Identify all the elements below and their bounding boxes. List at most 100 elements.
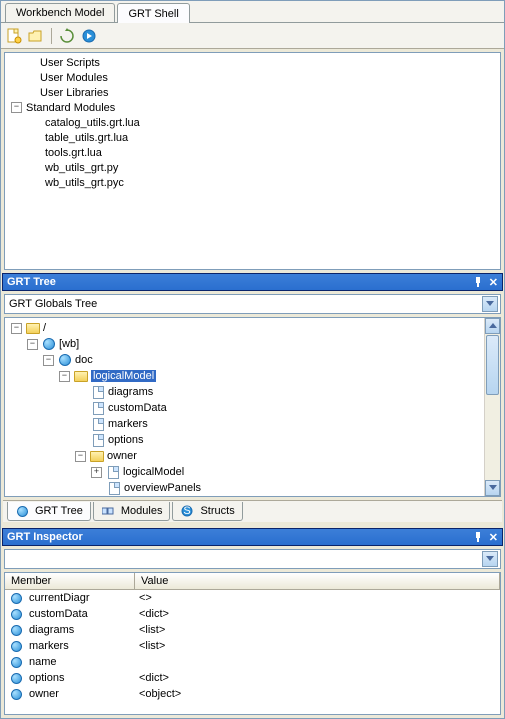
inspector-value: <object> [135,688,500,700]
run-icon[interactable] [80,27,98,45]
scroll-thumb[interactable] [486,335,499,395]
tree-item-file[interactable]: table_utils.grt.lua [45,132,128,144]
page-icon [106,465,120,479]
close-icon[interactable]: ✕ [489,276,498,289]
scripts-panel: User Scripts User Modules User Libraries… [4,52,501,270]
tree-item-user-libraries[interactable]: User Libraries [40,87,108,99]
page-icon [91,401,105,415]
collapse-icon[interactable]: − [59,371,70,382]
dropdown-value: GRT Globals Tree [9,298,97,310]
structs-icon: S [180,504,194,518]
vertical-scrollbar[interactable] [484,318,500,496]
tree-node-logicalmodel[interactable]: logicalModel [91,370,156,382]
tab-structs[interactable]: S Structs [172,502,242,521]
folder-icon [90,449,104,463]
pane-title: GRT Tree [7,276,56,288]
tree-node-customdata[interactable]: customData [108,402,167,414]
inspector-table: Member Value currentDiagr <> customData<di… [4,572,501,715]
toolbar [1,23,504,49]
tree-item-user-modules[interactable]: User Modules [40,72,108,84]
inspector-member: diagrams [29,624,74,636]
inspector-row[interactable]: customData<dict> [5,606,500,622]
tab-modules[interactable]: Modules [93,502,171,521]
page-icon [91,433,105,447]
globe-icon [9,671,23,685]
tab-grt-tree[interactable]: GRT Tree [7,502,91,521]
modules-icon [101,504,115,518]
scroll-down-icon[interactable] [485,480,500,496]
column-header-member[interactable]: Member [5,573,135,589]
svg-text:S: S [184,505,191,517]
pin-icon[interactable] [473,277,483,287]
chevron-down-icon [482,551,498,567]
collapse-icon[interactable]: − [27,339,38,350]
inspector-row[interactable]: markers <list> [5,638,500,654]
tree-item-file[interactable]: wb_utils_grt.pyc [45,177,124,189]
inspector-value: <dict> [135,672,500,684]
globe-icon [9,655,23,669]
inspector-dropdown[interactable] [4,549,501,569]
page-icon [107,481,121,495]
scroll-up-icon[interactable] [485,318,500,334]
inspector-member: markers [29,640,69,652]
tab-label: GRT Tree [35,505,83,517]
inspector-value: <dict> [135,608,500,620]
globe-icon [9,591,23,605]
refresh-icon[interactable] [58,27,76,45]
tree-item-file[interactable]: catalog_utils.grt.lua [45,117,140,129]
inspector-value: <list> [135,624,500,636]
tree-node-doc[interactable]: doc [75,354,93,366]
inspector-member: currentDiagr [29,592,90,604]
globe-icon [9,607,23,621]
tree-item-file[interactable]: tools.grt.lua [45,147,102,159]
inspector-member: name [29,656,57,668]
tree-node-overviewpanels[interactable]: overviewPanels [124,482,201,494]
bottom-tab-bar: GRT Tree Modules S Structs [3,500,502,522]
globe-icon [58,353,72,367]
inspector-member: options [29,672,64,684]
collapse-icon[interactable]: − [75,451,86,462]
collapse-icon[interactable]: − [11,102,22,113]
tab-grt-shell[interactable]: GRT Shell [117,3,189,23]
inspector-row[interactable]: name [5,654,500,670]
collapse-icon[interactable]: − [43,355,54,366]
tab-label: GRT Shell [128,8,178,20]
expand-icon[interactable]: + [91,467,102,478]
grt-tree-panel: −/ −[wb] −doc −logicalModel diagrams cus… [4,317,501,497]
open-file-icon[interactable] [27,27,45,45]
folder-icon [26,321,40,335]
page-icon [91,385,105,399]
globe-icon [9,623,23,637]
column-header-value[interactable]: Value [135,573,500,589]
inspector-row[interactable]: owner <object> [5,686,500,702]
grt-inspector-header: GRT Inspector ✕ [2,528,503,546]
tree-node-owner[interactable]: owner [107,450,137,462]
new-file-icon[interactable] [5,27,23,45]
tree-node-options[interactable]: options [108,434,143,446]
tree-node-diagrams[interactable]: diagrams [108,386,153,398]
tree-node-wb[interactable]: [wb] [59,338,79,350]
tab-workbench-model[interactable]: Workbench Model [5,3,115,22]
grt-tree-header: GRT Tree ✕ [2,273,503,291]
tree-node-markers[interactable]: markers [108,418,148,430]
inspector-member: owner [29,688,59,700]
tree-node-logicalmodel2[interactable]: logicalModel [123,466,184,478]
tree-item-user-scripts[interactable]: User Scripts [40,57,100,69]
inspector-table-header: Member Value [5,573,500,590]
folder-icon [74,369,88,383]
inspector-row[interactable]: options <dict> [5,670,500,686]
globe-icon [9,639,23,653]
page-icon [91,417,105,431]
inspector-value: <list> [135,640,500,652]
grt-globals-dropdown[interactable]: GRT Globals Tree [4,294,501,314]
pin-icon[interactable] [473,532,483,542]
inspector-row[interactable]: diagrams <list> [5,622,500,638]
tree-node-root[interactable]: / [43,322,46,334]
tree-item-file[interactable]: wb_utils_grt.py [45,162,118,174]
close-icon[interactable]: ✕ [489,531,498,544]
inspector-value: <> [135,592,500,604]
inspector-row[interactable]: currentDiagr <> [5,590,500,606]
collapse-icon[interactable]: − [11,323,22,334]
tree-item-standard-modules[interactable]: Standard Modules [26,102,115,114]
tab-label: Structs [200,505,234,517]
